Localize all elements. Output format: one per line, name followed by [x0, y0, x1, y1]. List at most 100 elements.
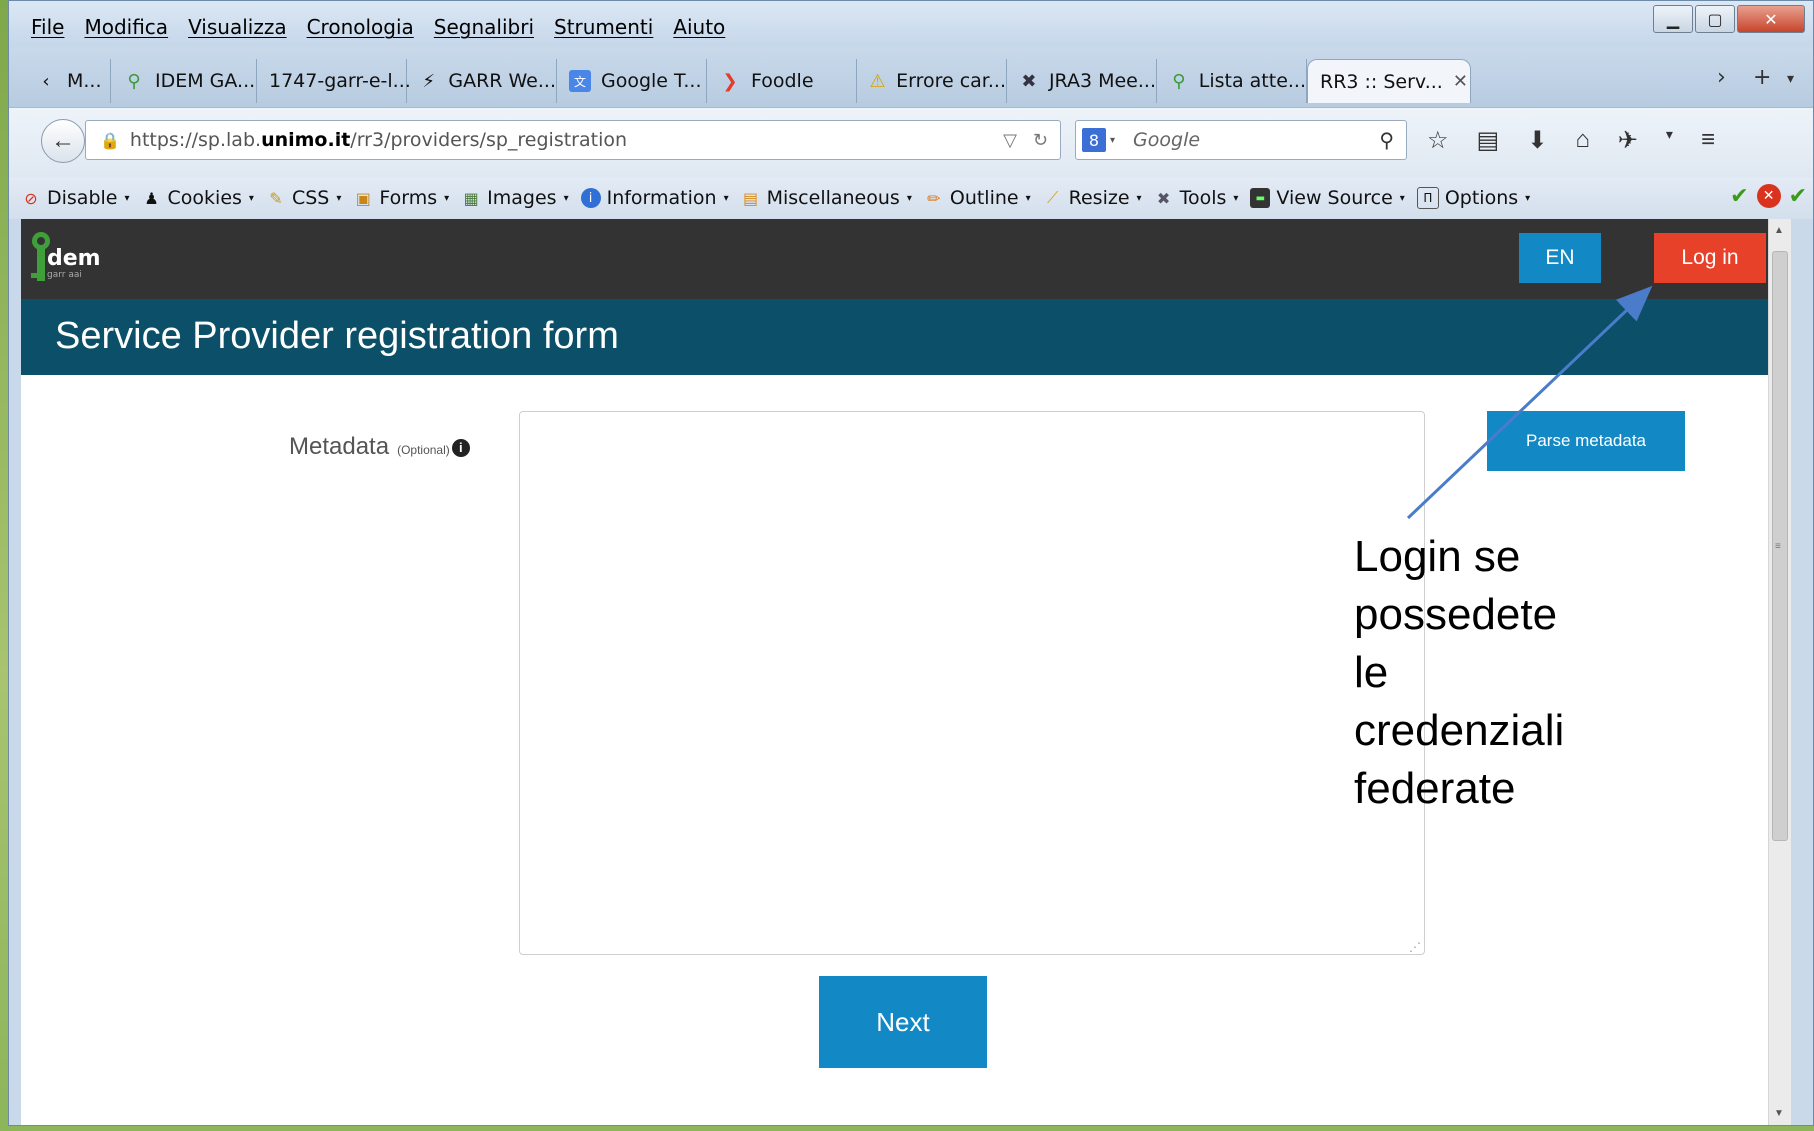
menu-visualizza[interactable]: Visualizza: [188, 15, 287, 39]
resize-icon: ⟋: [1047, 188, 1059, 207]
reading-list-icon[interactable]: ▤: [1477, 126, 1500, 155]
dropdown-arrow-icon: ▾: [1233, 192, 1239, 204]
svg-text:dem: dem: [47, 246, 101, 271]
annotation-line: federate: [1354, 764, 1516, 813]
devbar-label: Disable: [47, 187, 118, 209]
google-icon[interactable]: 8: [1082, 128, 1106, 152]
home-icon[interactable]: ⌂: [1575, 126, 1590, 155]
language-button[interactable]: EN: [1519, 233, 1601, 283]
minimize-icon[interactable]: ▁: [1653, 5, 1693, 33]
new-tab-icon[interactable]: +: [1753, 65, 1771, 90]
info-icon[interactable]: i: [451, 438, 470, 457]
devbar-disable[interactable]: ⊘ Disable ▾: [21, 187, 130, 209]
download-icon[interactable]: ⬇: [1527, 126, 1547, 155]
css-icon: ✎: [269, 188, 283, 208]
reload-icon[interactable]: ↻: [1033, 130, 1048, 151]
devbar-label: Miscellaneous: [766, 187, 900, 209]
scroll-up-icon[interactable]: ▲: [1774, 225, 1784, 236]
dropdown-arrow-icon: ▾: [1525, 192, 1531, 204]
url-bar[interactable]: 🔒 https://sp.lab. unimo.it/rr3/providers/…: [85, 120, 1061, 160]
tab-4[interactable]: ⚡ GARR We...: [407, 59, 557, 103]
menu-file[interactable]: File: [31, 15, 64, 39]
url-actions: ▽ ↻: [1003, 130, 1048, 151]
tab-1[interactable]: ‹ M...: [23, 59, 111, 103]
menu-modifica[interactable]: Modifica: [84, 15, 168, 39]
tab-7[interactable]: ⚠ Errore car...: [857, 59, 1007, 103]
scroll-down-icon[interactable]: ▼: [1774, 1108, 1784, 1119]
chevron-right-icon[interactable]: ›: [1717, 65, 1726, 90]
devbar-options[interactable]: Π Options ▾: [1416, 187, 1531, 209]
tab-label: GARR We...: [448, 70, 556, 92]
lock-icon: 🔒: [100, 130, 120, 150]
extension-icon[interactable]: ✈: [1618, 126, 1638, 155]
menu-segnalibri[interactable]: Segnalibri: [434, 15, 534, 39]
tab-label: Google T...: [601, 70, 702, 92]
tab-6[interactable]: ❯ Foodle: [707, 59, 857, 103]
warning-icon: ⚠: [869, 70, 886, 92]
extension-dropdown-icon[interactable]: ▾: [1666, 126, 1673, 155]
annotation-line: Login se: [1354, 532, 1521, 581]
close-window-icon[interactable]: ✕: [1737, 5, 1805, 33]
dropdown-icon[interactable]: ▽: [1003, 130, 1017, 151]
tab-active[interactable]: RR3 :: Serv... ✕: [1307, 59, 1471, 103]
devbar-outline[interactable]: ✏ Outline ▾: [924, 187, 1030, 209]
bookmark-star-icon[interactable]: ☆: [1427, 126, 1449, 155]
tools-icon: ✖: [1156, 188, 1171, 208]
tab-8[interactable]: ✖ JRA3 Mee...: [1007, 59, 1157, 103]
next-button[interactable]: Next: [819, 976, 987, 1068]
tab-3[interactable]: 1747-garr-e-l...: [257, 59, 411, 103]
tab-label: Foodle: [751, 70, 814, 92]
web-developer-toolbar: ⊘ Disable ▾ ♟ Cookies ▾ ✎ CSS ▾ ▣ Forms ▾ ▦ Image…: [9, 177, 1813, 219]
devbar-information[interactable]: i Information ▾: [580, 187, 729, 209]
menu-aiuto[interactable]: Aiuto: [673, 15, 725, 39]
tab-label: Errore car...: [896, 70, 1006, 92]
search-engine-dropdown-icon[interactable]: ▾: [1110, 135, 1115, 146]
devbar-forms[interactable]: ▣ Forms ▾: [353, 187, 449, 209]
dropdown-arrow-icon: ▾: [1399, 192, 1405, 204]
tab-2[interactable]: ⚲ IDEM GA...: [111, 59, 257, 103]
dropdown-arrow-icon: ▾: [563, 192, 569, 204]
devbar-images[interactable]: ▦ Images ▾: [461, 187, 569, 209]
menu-icon[interactable]: ≡: [1701, 126, 1715, 155]
devbar-label: Forms: [379, 187, 438, 209]
dropdown-arrow-icon: ▾: [124, 192, 130, 204]
close-tab-icon[interactable]: ✕: [1453, 71, 1468, 92]
tab-list-icon[interactable]: ▾: [1787, 71, 1794, 87]
login-button[interactable]: Log in: [1654, 233, 1766, 283]
resize-grip-icon[interactable]: ⋰: [1409, 941, 1421, 953]
maximize-icon[interactable]: ▢: [1695, 5, 1735, 33]
tab-label: M...: [67, 70, 102, 92]
search-bar[interactable]: 8 ▾ Google ⚲: [1075, 120, 1407, 160]
navigation-bar: ← 🔒 https://sp.lab. unimo.it/rr3/provider…: [9, 107, 1813, 178]
dropdown-arrow-icon: ▾: [1136, 192, 1142, 204]
menu-cronologia[interactable]: Cronologia: [307, 15, 414, 39]
vertical-scrollbar[interactable]: ▲ ≡ ▼: [1768, 219, 1791, 1125]
devbar-label: Outline: [949, 187, 1019, 209]
metadata-textarea[interactable]: ⋰: [519, 411, 1425, 955]
devbar-resize[interactable]: ⟋ Resize ▾: [1043, 187, 1142, 209]
chevron-left-icon[interactable]: ‹: [35, 70, 57, 92]
tab-9[interactable]: ⚲ Lista atte...: [1157, 59, 1307, 103]
tools-icon: ✖: [1021, 70, 1037, 92]
devbar-view-source[interactable]: ▬ View Source ▾: [1250, 187, 1405, 209]
devbar-css[interactable]: ✎ CSS ▾: [266, 187, 341, 209]
dropdown-arrow-icon: ▾: [723, 192, 729, 204]
idem-logo[interactable]: dem garr aai: [27, 227, 117, 287]
url-prefix: https://sp.lab.: [129, 129, 262, 151]
check-icon[interactable]: ✔: [1789, 184, 1807, 209]
annotation-line: le: [1354, 648, 1389, 697]
menu-strumenti[interactable]: Strumenti: [554, 15, 653, 39]
devbar-label: Information: [606, 187, 717, 209]
devbar-tools[interactable]: ✖ Tools ▾: [1154, 187, 1239, 209]
devbar-label: Resize: [1068, 187, 1130, 209]
devbar-cookies[interactable]: ♟ Cookies ▾: [142, 187, 254, 209]
window-controls: ▁ ▢ ✕: [1653, 5, 1805, 33]
annotation-line: possedete: [1354, 590, 1558, 639]
error-icon[interactable]: ✕: [1756, 184, 1781, 208]
parse-metadata-button[interactable]: Parse metadata: [1487, 411, 1685, 471]
search-icon[interactable]: ⚲: [1379, 128, 1394, 152]
back-button[interactable]: ←: [41, 119, 85, 163]
tab-5[interactable]: 文 Google T...: [557, 59, 707, 103]
devbar-miscellaneous[interactable]: ▤ Miscellaneous ▾: [741, 187, 912, 209]
check-icon[interactable]: ✔: [1730, 184, 1748, 209]
